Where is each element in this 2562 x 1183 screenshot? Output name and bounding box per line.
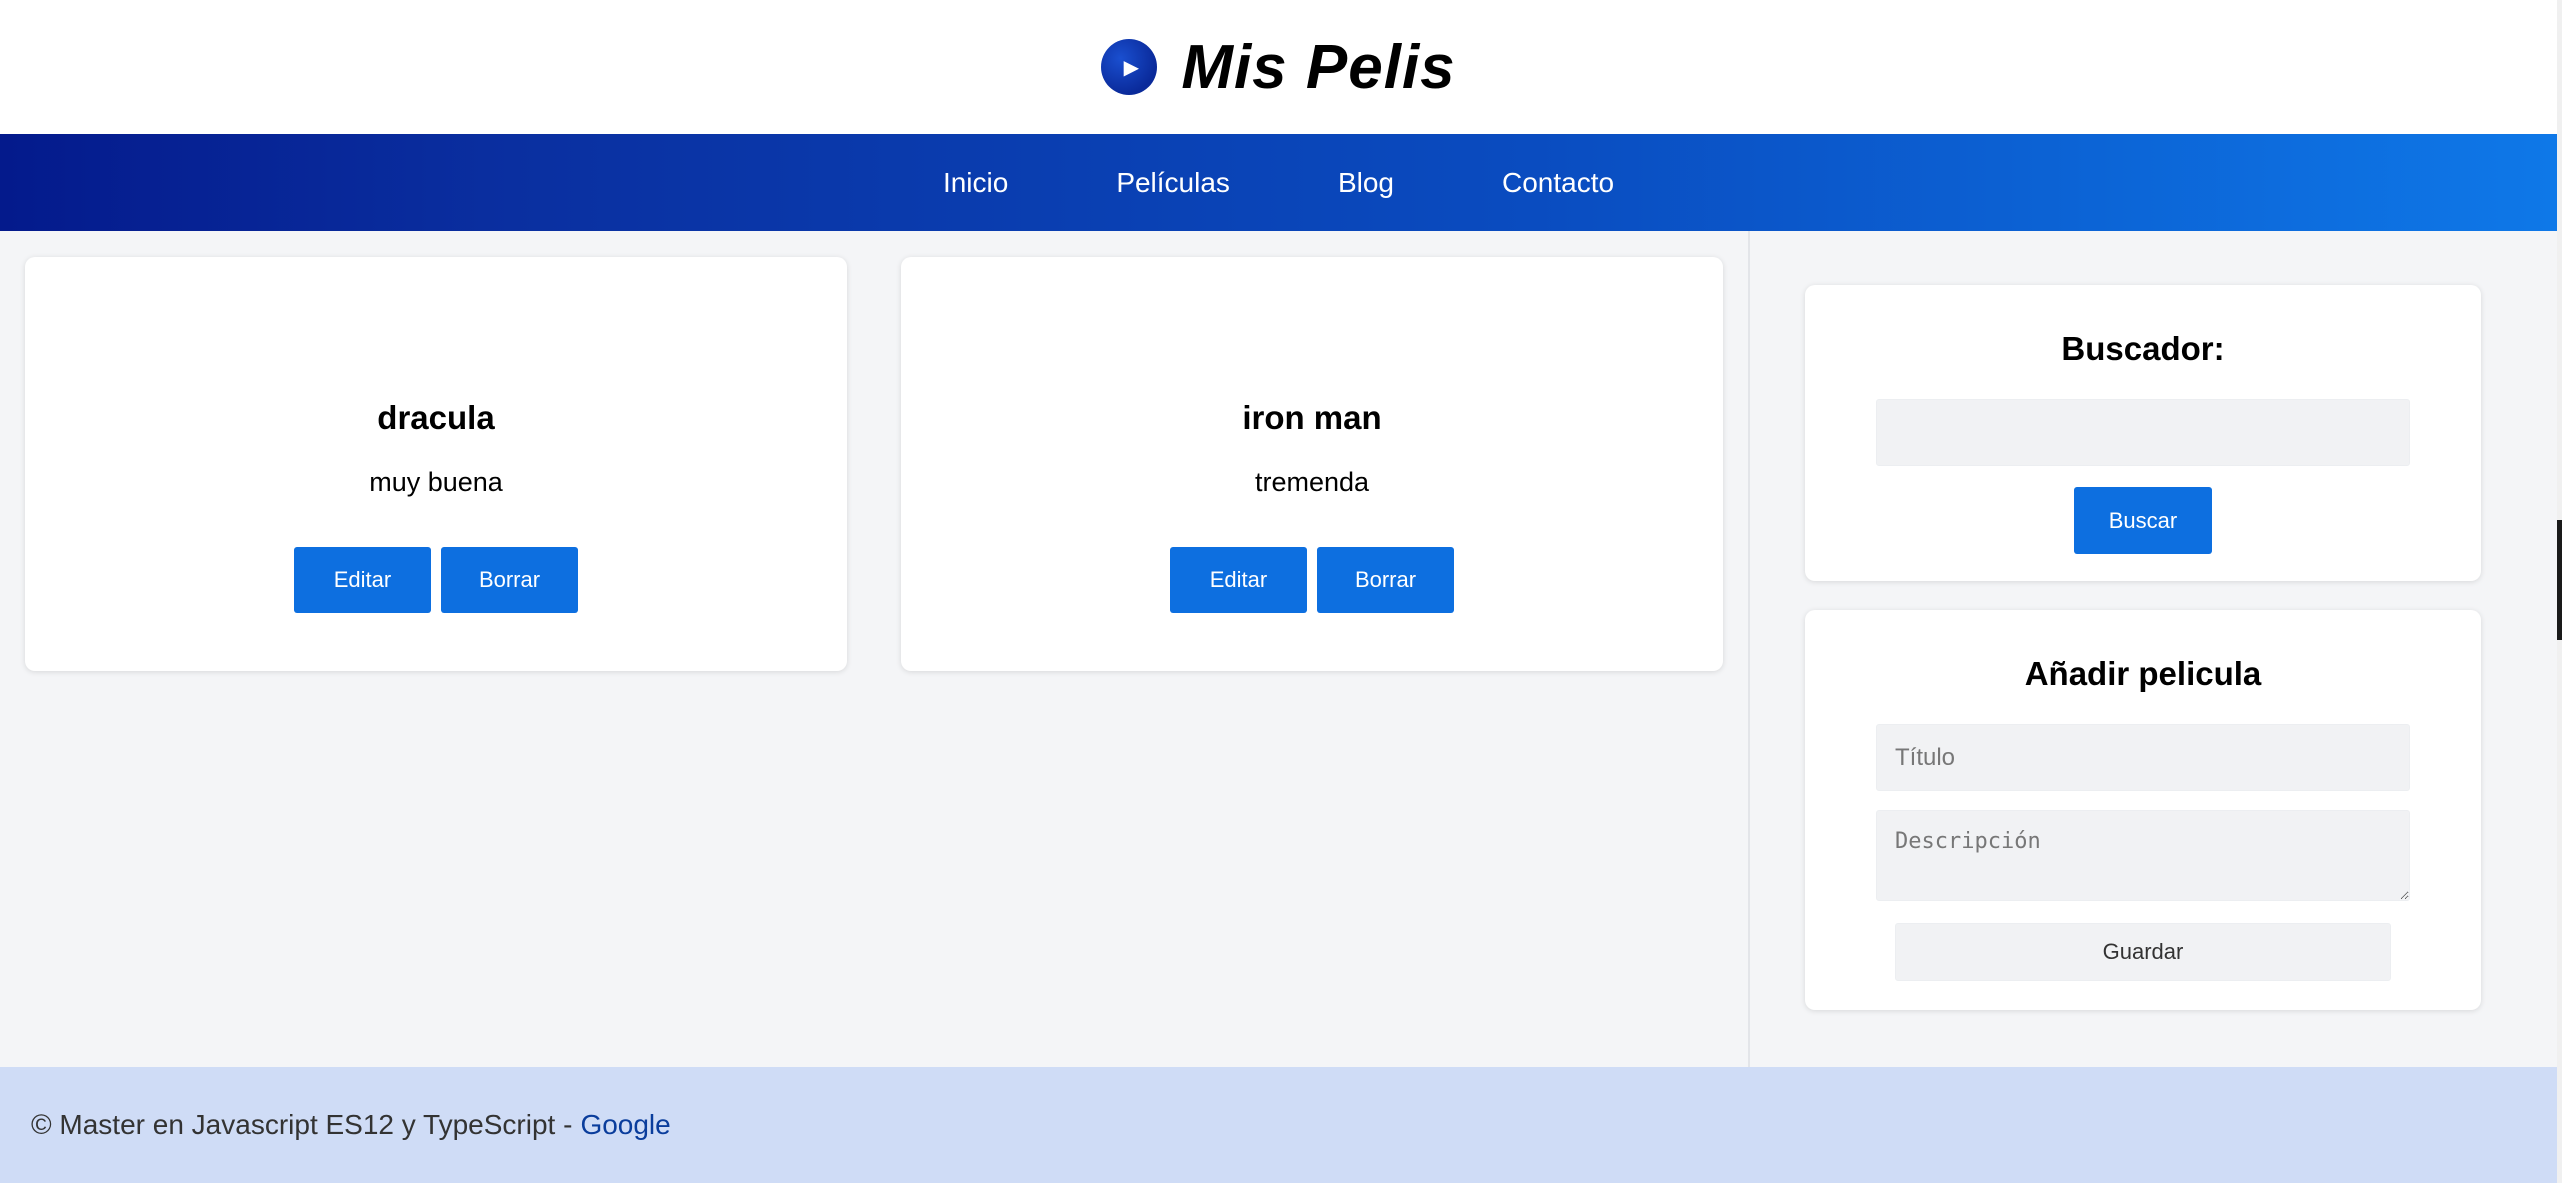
add-movie-box: Añadir pelicula Guardar (1805, 610, 2481, 1010)
movie-title: iron man (1242, 399, 1382, 436)
footer-text: © Master en Javascript ES12 y TypeScript… (31, 1109, 573, 1140)
search-box: Buscador: Buscar (1805, 285, 2481, 581)
nav-inicio[interactable]: Inicio (943, 167, 1008, 199)
delete-button[interactable]: Borrar (1317, 547, 1454, 613)
movie-card: iron man tremenda Editar Borrar (901, 257, 1723, 671)
main-nav: Inicio Películas Blog Contacto (0, 134, 2557, 231)
play-icon: ▶ (1101, 39, 1158, 95)
title-input[interactable] (1876, 724, 2410, 791)
nav-contacto[interactable]: Contacto (1502, 167, 1614, 199)
delete-button[interactable]: Borrar (441, 547, 578, 613)
scrollbar-thumb[interactable] (2557, 520, 2562, 640)
sidebar: Buscador: Buscar Añadir pelicula Guardar (1750, 231, 2557, 1067)
movie-title: dracula (377, 399, 495, 436)
search-button[interactable]: Buscar (2074, 487, 2212, 554)
search-heading: Buscador: (2061, 330, 2225, 367)
search-input[interactable] (1876, 399, 2410, 466)
add-movie-heading: Añadir pelicula (2024, 655, 2262, 692)
save-button[interactable]: Guardar (1895, 923, 2391, 981)
movie-list: dracula muy buena Editar Borrar iron man… (0, 231, 1748, 1067)
nav-blog[interactable]: Blog (1338, 167, 1394, 199)
movie-description: tremenda (1254, 467, 1370, 497)
edit-button[interactable]: Editar (1170, 547, 1307, 613)
edit-button[interactable]: Editar (294, 547, 431, 613)
movie-description: muy buena (369, 467, 503, 497)
movie-card: dracula muy buena Editar Borrar (25, 257, 847, 671)
description-textarea[interactable] (1876, 810, 2410, 901)
site-footer: © Master en Javascript ES12 y TypeScript… (0, 1067, 2557, 1183)
site-title: Mis Pelis (1181, 32, 1456, 102)
footer-link-google[interactable]: Google (580, 1109, 670, 1141)
nav-peliculas[interactable]: Películas (1116, 167, 1230, 199)
site-header: ▶ Mis Pelis (0, 0, 2557, 134)
